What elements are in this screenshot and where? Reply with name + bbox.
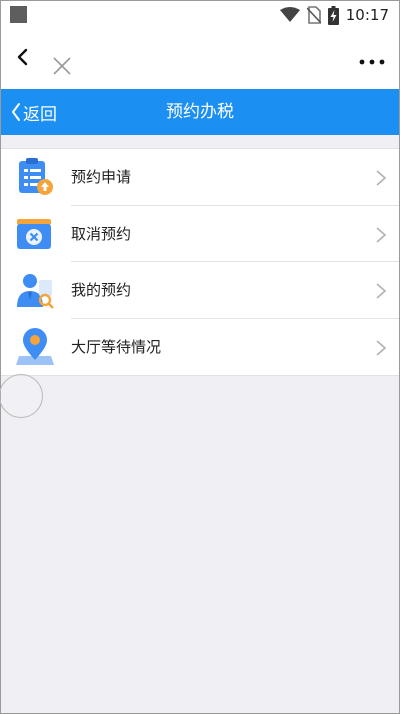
chevron-right-icon — [376, 283, 387, 299]
browser-toolbar — [1, 29, 399, 89]
my-appointment-icon — [17, 274, 54, 309]
hall-waiting-location-icon — [16, 327, 54, 365]
chevron-right-icon — [376, 170, 387, 186]
chevron-right-icon — [376, 226, 387, 243]
back-arrow-icon[interactable] — [11, 45, 35, 69]
no-sim-icon — [306, 6, 321, 24]
appointment-apply-icon — [19, 158, 53, 195]
clock: 10:17 — [345, 6, 389, 24]
menu-item-cancel-appointment[interactable]: 取消预约 — [1, 206, 399, 262]
notification-icon — [10, 6, 27, 23]
page-title: 预约办税 — [166, 102, 234, 122]
close-icon[interactable] — [51, 55, 73, 77]
page-header: 返回 预约办税 — [1, 89, 399, 135]
cancel-appointment-icon — [17, 218, 51, 249]
menu-item-label: 取消预约 — [71, 224, 132, 243]
battery-charging-icon — [327, 5, 339, 25]
chevron-right-icon — [376, 339, 387, 356]
menu-item-label: 我的预约 — [71, 281, 132, 299]
status-bar: 10:17 — [1, 1, 399, 29]
menu-item-appointment-apply[interactable]: 预约申请 — [1, 149, 399, 206]
menu-list: 预约申请 取消预约 我的预约 大厅等待情况 — [1, 148, 399, 376]
more-options-icon[interactable] — [359, 57, 385, 67]
menu-item-my-appointment[interactable]: 我的预约 — [1, 262, 399, 319]
floating-assistive-button[interactable] — [0, 374, 43, 418]
menu-item-label: 大厅等待情况 — [71, 337, 162, 356]
menu-item-label: 预约申请 — [71, 168, 132, 186]
status-icons: 10:17 — [279, 4, 389, 26]
wifi-icon — [279, 7, 300, 22]
menu-item-hall-waiting[interactable]: 大厅等待情况 — [1, 319, 399, 376]
